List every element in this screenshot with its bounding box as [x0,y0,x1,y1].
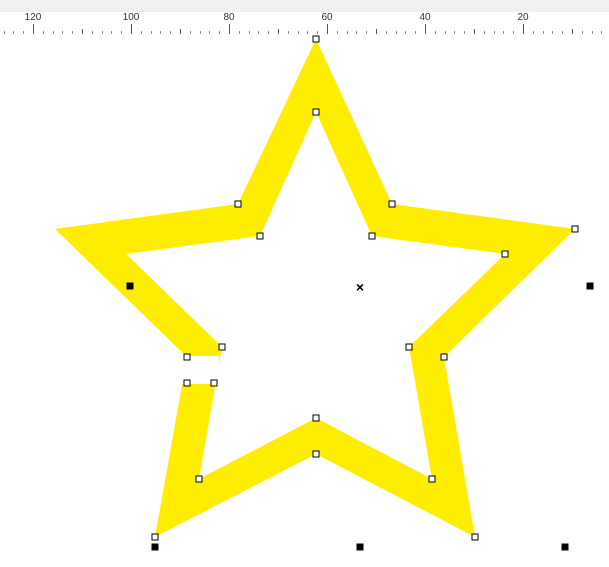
ruler-tick-major [523,24,524,34]
ruler-label: 40 [419,12,430,23]
ruler-label: 120 [25,12,42,23]
selection-handle[interactable] [127,283,134,290]
ruler-label: 80 [223,12,234,23]
ruler-tick-major [229,24,230,34]
node-handle[interactable] [257,233,264,240]
node-handle[interactable] [313,36,320,43]
node-handle[interactable] [184,354,191,361]
node-handle[interactable] [211,380,218,387]
selection-handle[interactable] [562,544,569,551]
node-handle[interactable] [406,344,413,351]
ruler-tick-major [425,24,426,34]
node-handle[interactable] [313,109,320,116]
star-shape[interactable] [0,34,609,567]
ruler-label: 60 [321,12,332,23]
node-handle[interactable] [219,344,226,351]
node-handle[interactable] [369,233,376,240]
ruler-tick-major [131,24,132,34]
node-handle[interactable] [313,415,320,422]
node-handle[interactable] [429,476,436,483]
horizontal-ruler[interactable]: 120 100 80 60 40 20 [0,12,609,35]
node-handle[interactable] [184,380,191,387]
node-handle[interactable] [502,251,509,258]
node-handle[interactable] [196,476,203,483]
ruler-tick-major [327,24,328,34]
selection-handle[interactable] [357,544,364,551]
node-handle[interactable] [235,201,242,208]
node-handle[interactable] [441,354,448,361]
selection-handle[interactable] [587,283,594,290]
ruler-label: 100 [123,12,140,23]
node-handle[interactable] [152,534,159,541]
ruler-label: 20 [517,12,528,23]
node-handle[interactable] [389,201,396,208]
selection-center-mark: × [356,279,364,295]
node-handle[interactable] [572,226,579,233]
ruler-tick-major [33,24,34,34]
node-handle[interactable] [472,534,479,541]
node-handle[interactable] [313,451,320,458]
drawing-canvas[interactable]: × [0,34,609,567]
selection-handle[interactable] [152,544,159,551]
